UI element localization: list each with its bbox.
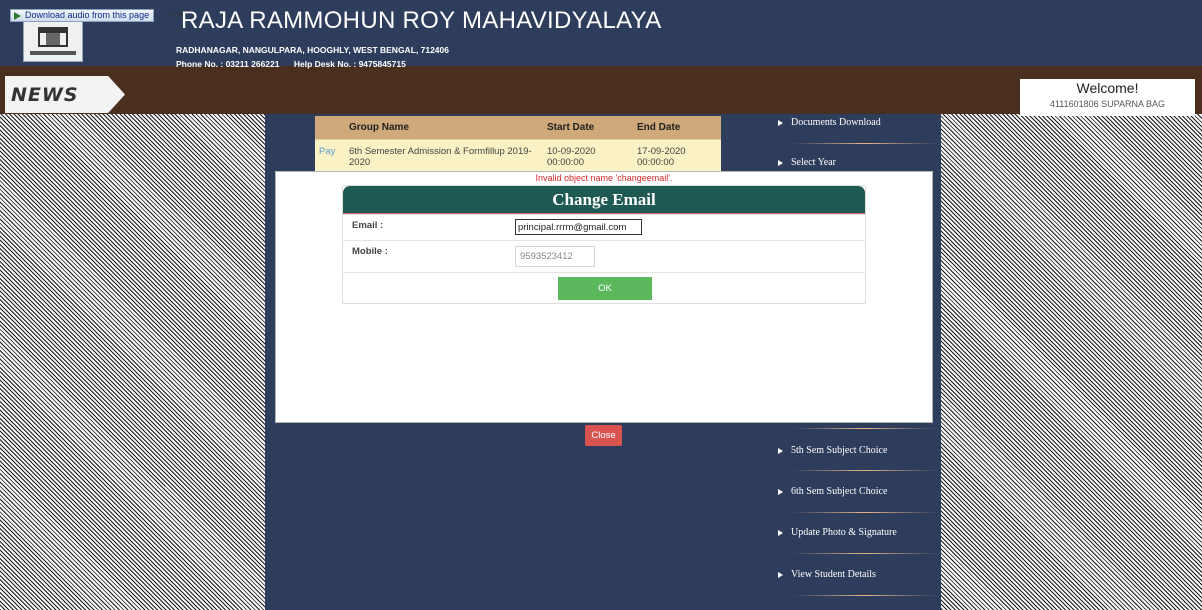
table-header-row: Group Name Start Date End Date	[315, 116, 721, 139]
welcome-box: Welcome! 4111601806 SUPARNA BAG	[1020, 79, 1195, 116]
welcome-user: 4111601806 SUPARNA BAG	[1049, 99, 1166, 109]
email-row: Email :	[343, 214, 865, 240]
ok-button[interactable]: OK	[558, 277, 652, 300]
sidebar-item-5th-sem-subject-choice[interactable]: 5th Sem Subject Choice	[778, 445, 938, 456]
email-field[interactable]	[515, 219, 642, 235]
change-email-form: Change Email Email : Mobile : OK	[342, 185, 866, 304]
sidebar-item-label: Select Year	[791, 157, 836, 168]
sidebar-item-label: 5th Sem Subject Choice	[791, 445, 888, 456]
arrow-right-icon	[778, 448, 783, 454]
contact-info: Phone No. : 03211 266221 Help Desk No. :…	[176, 59, 418, 69]
table-header-action	[315, 116, 343, 139]
arrow-right-icon	[778, 572, 783, 578]
sidebar-divider	[792, 143, 938, 144]
arrow-right-icon	[778, 120, 783, 126]
college-address: RADHANAGAR, NANGULPARA, HOOGHLY, WEST BE…	[176, 45, 449, 55]
mobile-row: Mobile :	[343, 240, 865, 272]
news-label: NEWS	[11, 84, 79, 106]
table-header-end: End Date	[631, 116, 721, 139]
sidebar-divider	[792, 428, 938, 429]
close-button[interactable]: Close	[585, 425, 622, 446]
sidebar-item-label: Documents Download	[791, 117, 881, 128]
sidebar-divider	[792, 470, 938, 471]
arrow-right-icon	[778, 160, 783, 166]
sidebar-divider	[792, 595, 938, 596]
form-title: Change Email	[343, 186, 865, 214]
college-logo	[23, 18, 83, 62]
mobile-field[interactable]	[515, 246, 595, 267]
phone-number: Phone No. : 03211 266221	[176, 59, 280, 69]
button-row: OK	[343, 272, 865, 303]
table-header-start: Start Date	[541, 116, 631, 139]
error-message: Invalid object name 'changeemail'.	[535, 173, 673, 183]
download-audio-label: Download audio from this page	[25, 10, 150, 20]
sidebar-divider	[792, 512, 938, 513]
sidebar-item-select-year[interactable]: Select Year	[778, 157, 938, 168]
sidebar-item-update-photo-signature[interactable]: Update Photo & Signature	[778, 527, 938, 538]
arrow-right-icon	[778, 489, 783, 495]
sidebar-item-6th-sem-subject-choice[interactable]: 6th Sem Subject Choice	[778, 486, 938, 497]
sidebar-item-label: Update Photo & Signature	[791, 527, 897, 538]
sidebar-item-label: 6th Sem Subject Choice	[791, 486, 888, 497]
email-label: Email :	[352, 220, 384, 231]
play-icon	[14, 12, 21, 20]
change-email-modal: Invalid object name 'changeemail'. Chang…	[275, 171, 933, 423]
news-tag: NEWS	[5, 76, 125, 113]
sidebar-item-view-student-details[interactable]: View Student Details	[778, 569, 938, 580]
table-header-group: Group Name	[343, 116, 541, 139]
mobile-label: Mobile :	[352, 246, 388, 257]
welcome-title: Welcome!	[1076, 80, 1139, 96]
college-title: RAJA RAMMOHUN ROY MAHAVIDYALAYA	[181, 7, 662, 34]
arrow-right-icon	[778, 530, 783, 536]
helpdesk-number: Help Desk No. : 9475845715	[293, 59, 406, 69]
sidebar-item-label: View Student Details	[791, 569, 876, 580]
download-audio-button[interactable]: Download audio from this page |? X	[10, 9, 183, 22]
sidebar-item-documents-download[interactable]: Documents Download	[778, 117, 938, 128]
payment-table: Group Name Start Date End Date Pay 6th S…	[315, 116, 721, 176]
sidebar-divider	[792, 553, 938, 554]
